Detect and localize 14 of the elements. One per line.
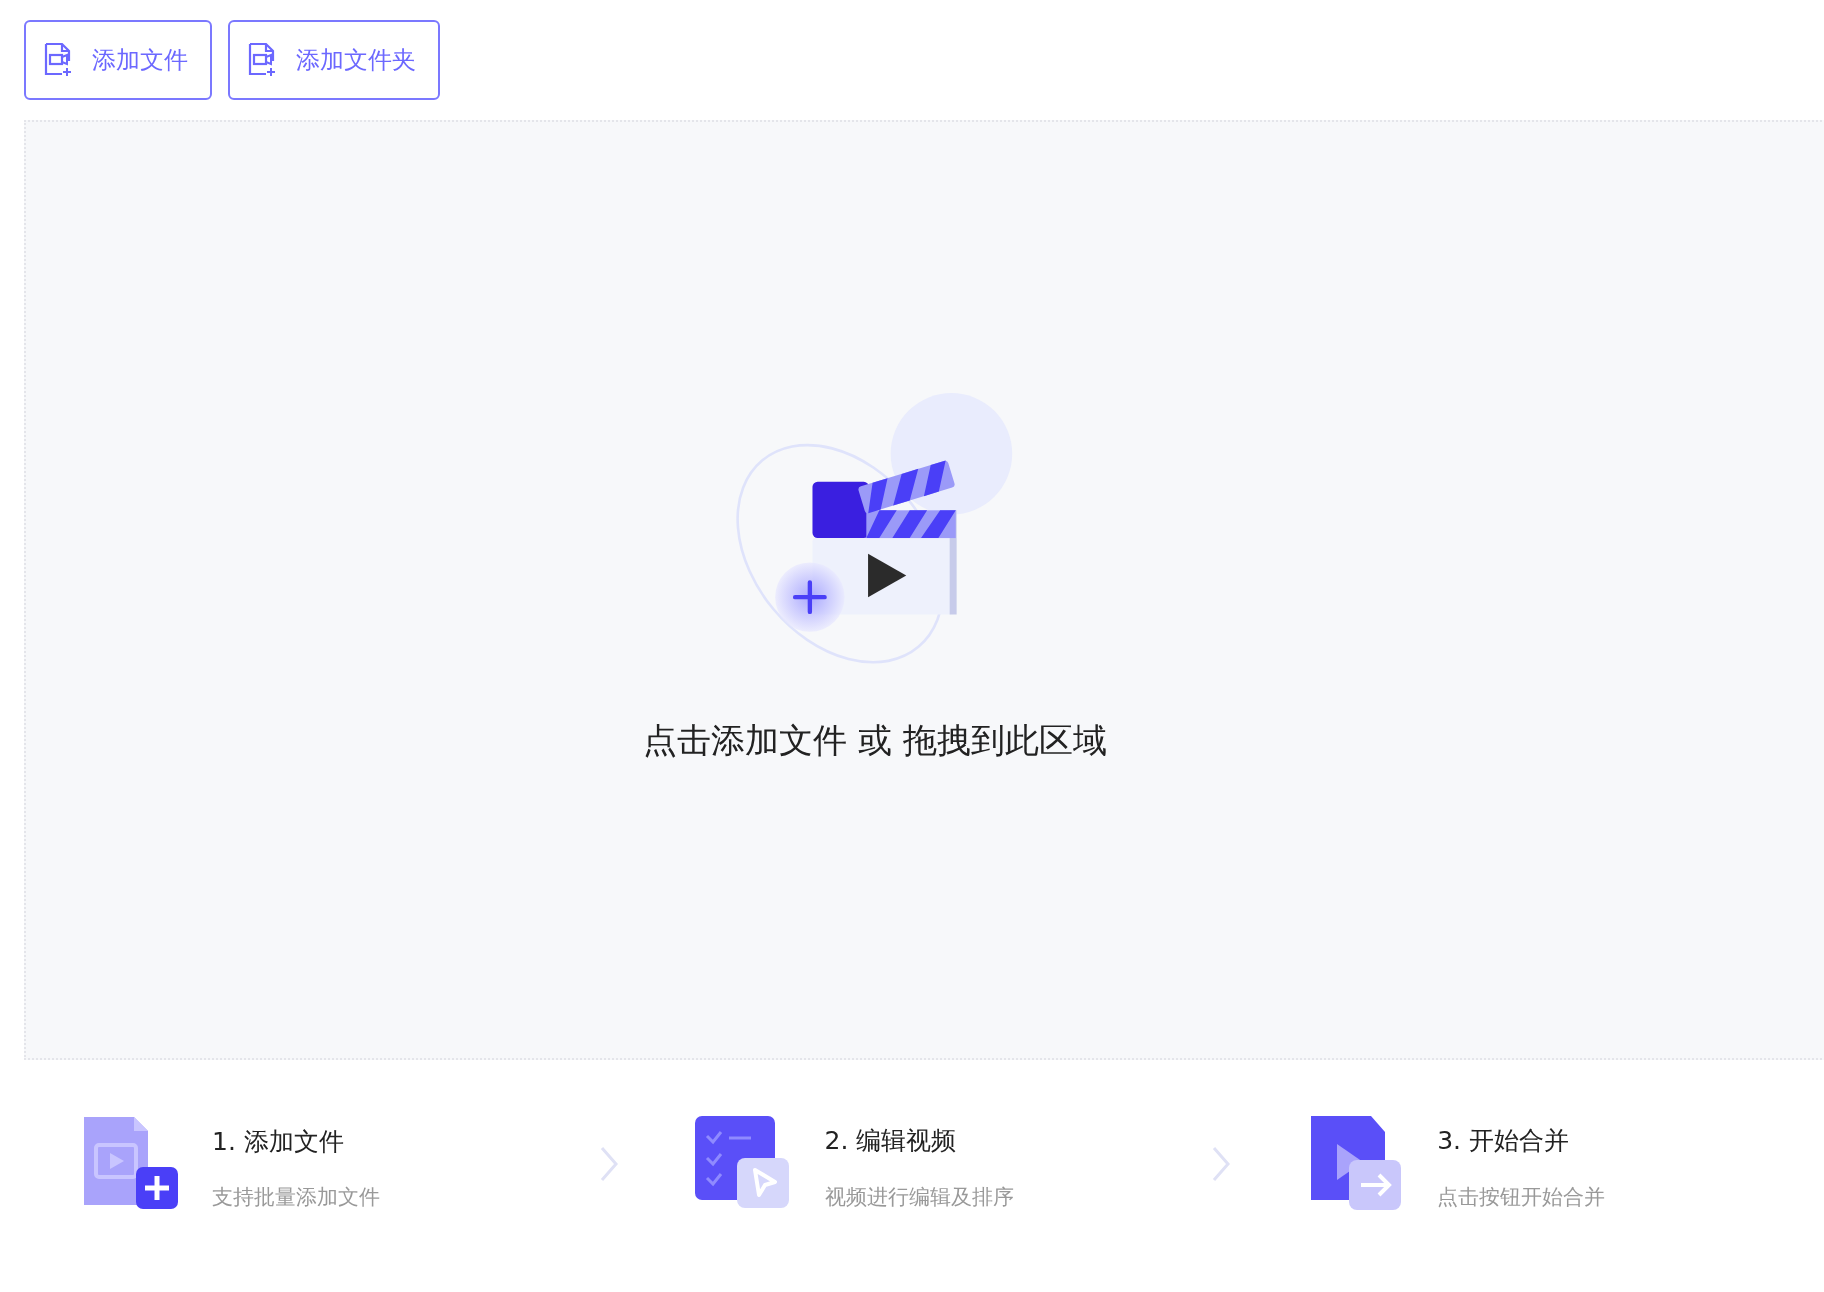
step-title: 1. 添加文件 (212, 1125, 345, 1158)
file-add-icon (246, 42, 278, 78)
chevron-right-icon (1211, 1146, 1232, 1182)
add-button[interactable]: 添加文件 (24, 20, 212, 100)
file-add-icon (42, 42, 74, 78)
step-description: 点击按钮开始合并 (1437, 1183, 1606, 1211)
step-description: 支持批量添加文件 (212, 1184, 380, 1211)
drop-zone[interactable]: 点击添加文件 或 拖拽到此区域 (24, 120, 1824, 1060)
drop-prompt: 点击添加文件 或 拖拽到此区域 (643, 719, 1107, 762)
step-description: 视频进行编辑及排序 (824, 1183, 1014, 1211)
step-title: 2. 编辑视频 (824, 1125, 958, 1157)
step-title: 3. 开始合并 (1437, 1125, 1570, 1157)
chevron-right-icon (598, 1146, 619, 1182)
add-button[interactable]: 添加文件夹 (228, 20, 440, 100)
